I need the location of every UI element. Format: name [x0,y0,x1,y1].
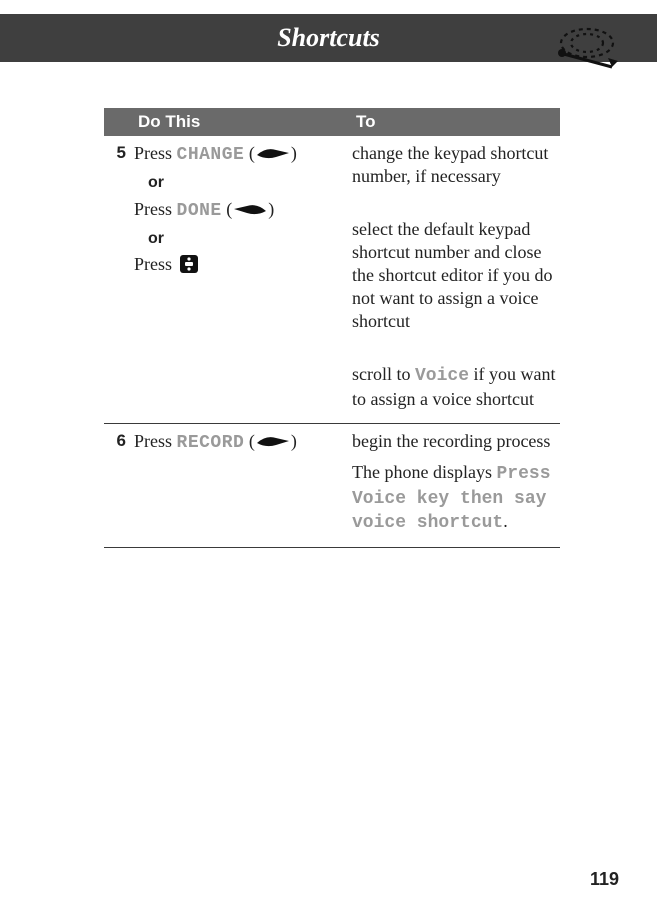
page-title: Shortcuts [277,23,380,53]
table-header: Do This To [104,108,560,136]
step-do: Press CHANGE () or Press DONE () or Pres… [134,142,352,417]
voice-label: Voice [415,366,469,386]
header-to: To [352,112,560,132]
softkey-record-label: RECORD [177,433,245,453]
header-do-this: Do This [134,112,352,132]
or-separator: or [148,173,342,193]
table-row: 6 Press RECORD () begin the recording pr… [104,424,560,548]
right-softkey-icon [256,433,290,449]
press-text: Press [134,199,177,219]
result-nav: scroll to Voice if you want to assign a … [352,363,556,411]
left-softkey-icon [233,201,267,217]
press-text: Press [134,254,177,274]
step-number: 6 [104,430,134,541]
result-change: change the keypad shortcut number, if ne… [352,142,556,188]
softkey-change-label: CHANGE [177,145,245,165]
right-softkey-icon [256,145,290,161]
press-text: Press [134,143,177,163]
table-row: 5 Press CHANGE () or Press DONE () or Pr… [104,136,560,424]
result-record: begin the recording process [352,430,556,453]
result-done: select the default keypad shortcut numbe… [352,218,556,333]
step-to: begin the recording process The phone di… [352,430,560,541]
swirl-sync-icon [552,15,622,77]
page-number: 119 [590,869,619,890]
step-do: Press RECORD () [134,430,352,541]
result-message: The phone displays Press Voice key then … [352,461,556,535]
nav-key-icon [179,254,199,274]
step-number: 5 [104,142,134,417]
press-text: Press [134,431,177,451]
or-separator: or [148,229,342,249]
softkey-done-label: DONE [177,201,222,221]
step-to: change the keypad shortcut number, if ne… [352,142,560,417]
